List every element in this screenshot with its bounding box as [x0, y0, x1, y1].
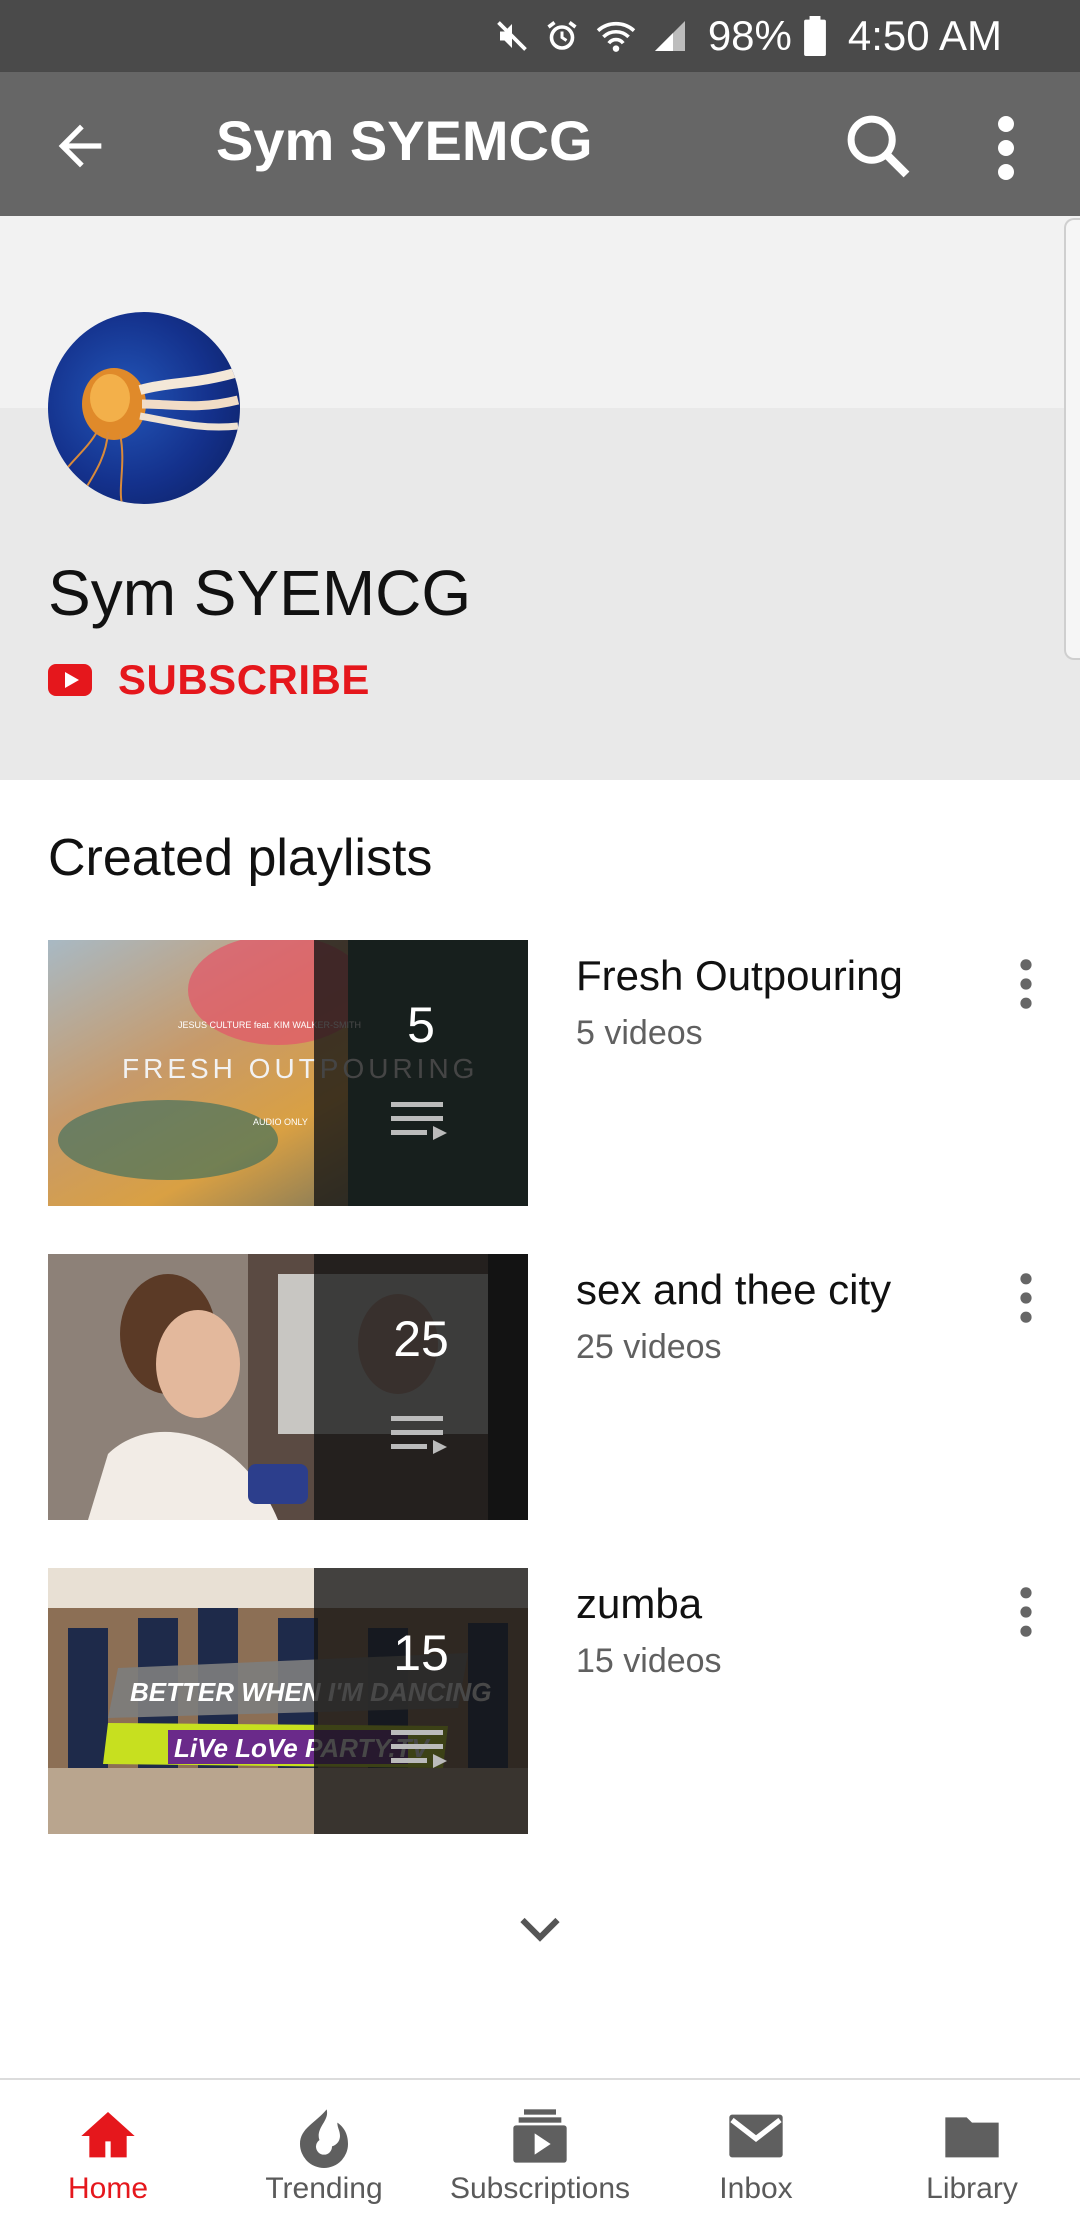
jellyfish-avatar: [57, 367, 240, 504]
nav-label: Inbox: [719, 2172, 793, 2205]
playlist-overlay: [314, 1568, 528, 1834]
playlist-video-count: 5: [407, 997, 435, 1053]
more-vert-icon[interactable]: [986, 112, 1026, 184]
top-app-bar: Sym SYEMCG: [0, 72, 1080, 216]
playlist-item[interactable]: JESUS CULTURE feat. KIM WALKER-SMITH FRE…: [48, 940, 1080, 1206]
nav-subscriptions[interactable]: Subscriptions: [432, 2080, 648, 2222]
page-title: Sym SYEMCG: [216, 109, 593, 172]
playlist-video-count: 25: [393, 1311, 449, 1367]
nav-label: Subscriptions: [449, 2172, 631, 2205]
playlist-subtitle: 25 videos: [576, 1328, 722, 1366]
bottom-navigation: Home Trending Subscriptions Inbox Librar…: [0, 2078, 1080, 2222]
playlist-video-count: 15: [393, 1625, 449, 1681]
nav-label: Library: [926, 2172, 1018, 2205]
battery-icon: [803, 16, 826, 56]
playlist-icon: [391, 1416, 447, 1454]
nav-trending[interactable]: Trending: [216, 2080, 432, 2222]
playlist-title[interactable]: Fresh Outpouring: [576, 952, 903, 1000]
youtube-logo-icon: [48, 664, 92, 696]
chevron-down-icon[interactable]: [510, 1900, 570, 1960]
playlist-item[interactable]: 25 sex and thee city 25 videos: [48, 1254, 1080, 1520]
subscribe-label: SUBSCRIBE: [118, 656, 370, 703]
channel-name: Sym SYEMCG: [48, 557, 472, 629]
nav-inbox[interactable]: Inbox: [648, 2080, 864, 2222]
playlist-subtitle: 15 videos: [576, 1642, 722, 1680]
nav-home[interactable]: Home: [0, 2080, 216, 2222]
status-bar: 98% 4:50 AM: [0, 0, 1080, 72]
playlist-icon: [391, 1102, 447, 1140]
signal-icon: [654, 21, 685, 51]
playlist-overlay: [314, 1254, 528, 1520]
subscribe-button[interactable]: SUBSCRIBE: [48, 656, 370, 704]
playlist-overlay: [314, 940, 528, 1206]
back-arrow-icon[interactable]: [48, 114, 112, 178]
alarm-icon: [547, 21, 577, 50]
trending-flame-icon: [300, 2109, 348, 2168]
more-vert-icon[interactable]: [1014, 1580, 1038, 1644]
playlist-item[interactable]: BETTER WHEN I'M DANCING LiVe LoVe PARTY.…: [48, 1568, 1080, 1834]
playlist-title[interactable]: sex and thee city: [576, 1266, 891, 1314]
playlist-thumbnail[interactable]: JESUS CULTURE feat. KIM WALKER-SMITH FRE…: [48, 940, 528, 1206]
status-icons: [494, 18, 688, 54]
thumb-caption-audio: AUDIO ONLY: [253, 1117, 308, 1127]
mute-icon: [497, 21, 527, 51]
channel-avatar[interactable]: [48, 312, 240, 504]
battery-percent: 98%: [707, 12, 792, 59]
nav-label: Trending: [265, 2172, 383, 2205]
more-vert-icon[interactable]: [1014, 1266, 1038, 1330]
wifi-icon: [596, 21, 636, 52]
section-title: Created playlists: [48, 829, 433, 887]
nav-label: Home: [67, 2172, 149, 2205]
playlist-icon: [391, 1730, 447, 1768]
playlist-thumbnail[interactable]: 25: [48, 1254, 528, 1520]
playlist-thumbnail[interactable]: BETTER WHEN I'M DANCING LiVe LoVe PARTY.…: [48, 1568, 528, 1834]
home-icon: [81, 2112, 135, 2158]
more-vert-icon[interactable]: [1014, 952, 1038, 1016]
library-folder-icon: [945, 2117, 999, 2158]
side-panel-handle[interactable]: [1064, 218, 1080, 660]
playlist-subtitle: 5 videos: [576, 1014, 703, 1052]
channel-header: Sym SYEMCG SUBSCRIBE: [0, 216, 1080, 780]
playlist-title[interactable]: zumba: [576, 1580, 702, 1628]
clock: 4:50 AM: [847, 12, 1002, 59]
subscriptions-icon: [513, 2109, 567, 2163]
inbox-mail-icon: [729, 2114, 783, 2158]
search-icon[interactable]: [840, 108, 916, 184]
nav-library[interactable]: Library: [864, 2080, 1080, 2222]
